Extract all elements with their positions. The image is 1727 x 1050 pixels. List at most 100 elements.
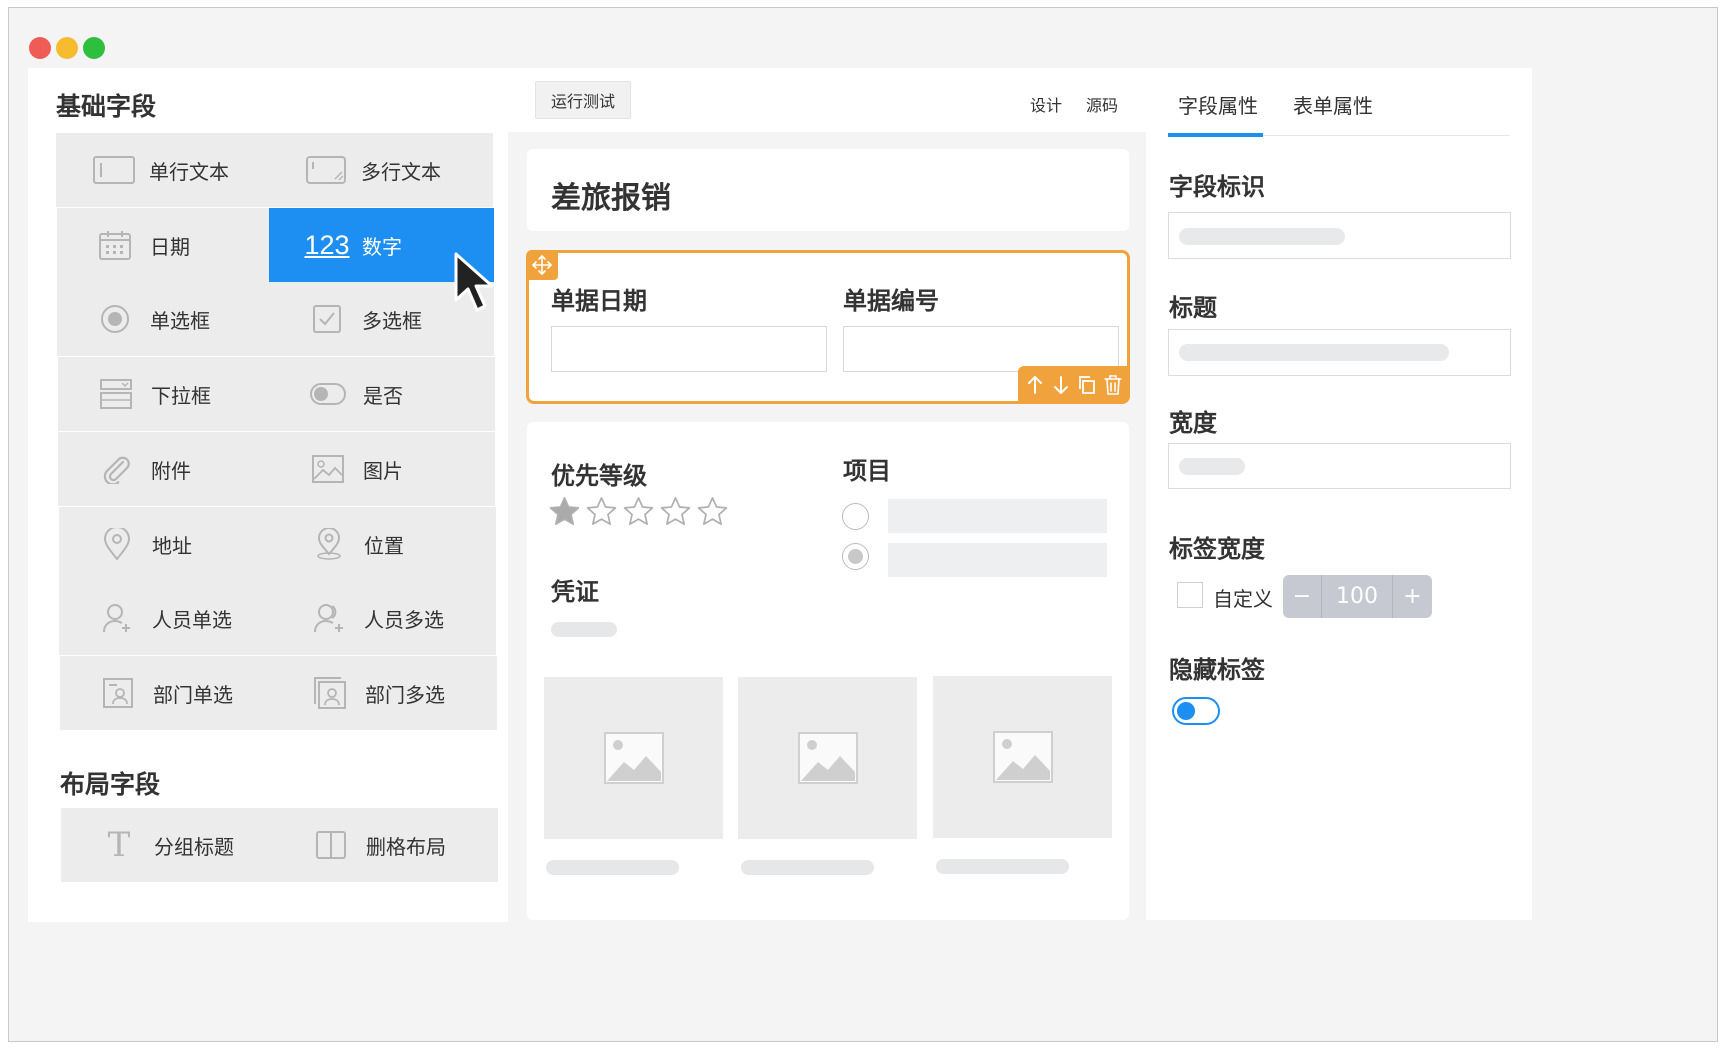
field-type-label: 单选框	[150, 308, 210, 333]
star-filled-icon[interactable]	[549, 496, 580, 527]
image-placeholder-icon	[797, 732, 858, 784]
layout-type-tile[interactable]: T 分组标题	[61, 808, 286, 882]
custom-checkbox[interactable]	[1177, 582, 1203, 608]
voucher-label: 凭证	[551, 578, 599, 606]
field-type-tile[interactable]: 下拉框	[58, 357, 283, 431]
project-option-1-placeholder	[888, 499, 1107, 533]
label-width-stepper: − 100 +	[1283, 575, 1432, 618]
single-line-text-icon	[91, 150, 137, 190]
field-type-tile[interactable]: 是否	[270, 357, 495, 431]
field-type-tile[interactable]: 图片	[270, 432, 495, 506]
field-type-label: 分组标题	[154, 834, 234, 859]
move-up-icon[interactable]	[1025, 374, 1045, 396]
mouse-cursor-icon	[454, 252, 494, 312]
paperclip-icon	[93, 449, 139, 489]
drag-handle[interactable]	[526, 250, 558, 280]
title-prop-label: 标题	[1169, 294, 1217, 322]
field-type-tile[interactable]: 人员多选	[271, 581, 496, 655]
move-down-icon[interactable]	[1051, 374, 1071, 396]
image-placeholder-icon	[992, 731, 1053, 783]
hide-label-label: 隐藏标签	[1169, 656, 1265, 684]
design-tab[interactable]: 设计	[1030, 92, 1062, 116]
move-icon	[532, 255, 552, 275]
field-type-label: 部门单选	[153, 682, 233, 707]
star-empty-icon[interactable]	[586, 496, 617, 527]
field-type-label: 部门多选	[365, 682, 445, 707]
project-label: 项目	[843, 457, 891, 485]
star-empty-icon[interactable]	[697, 496, 728, 527]
width-placeholder	[1179, 458, 1245, 475]
star-empty-icon[interactable]	[623, 496, 654, 527]
field-id-placeholder	[1179, 228, 1345, 245]
toggle-knob	[1177, 702, 1195, 720]
users-icon	[306, 598, 352, 638]
field-type-label: 是否	[363, 383, 403, 408]
field-type-tile[interactable]: 位置	[271, 507, 496, 581]
field-type-tile[interactable]: 部门单选	[60, 656, 285, 730]
stepper-value[interactable]: 100	[1322, 584, 1392, 609]
layout-type-tile[interactable]: 删格布局	[273, 808, 498, 882]
field-type-tile[interactable]: 人员单选	[59, 581, 284, 655]
tab-form-properties[interactable]: 表单属性	[1293, 90, 1373, 119]
field-type-label: 下拉框	[151, 383, 211, 408]
label-width-label: 标签宽度	[1169, 535, 1265, 563]
row-action-bar	[1018, 366, 1130, 404]
tab-field-properties[interactable]: 字段属性	[1178, 90, 1258, 119]
checkbox-icon	[304, 299, 350, 339]
width-input[interactable]	[1168, 443, 1511, 489]
custom-label: 自定义	[1213, 587, 1273, 611]
title-placeholder	[1179, 344, 1449, 361]
text-t-icon: T	[107, 825, 131, 865]
department-icon	[95, 673, 141, 713]
hide-label-toggle[interactable]	[1172, 697, 1220, 725]
field-type-label: 地址	[152, 533, 192, 558]
project-radio-1[interactable]	[842, 503, 869, 530]
image-icon	[305, 449, 351, 489]
field-type-label: 多行文本	[361, 159, 441, 184]
form-title: 差旅报销	[551, 181, 671, 216]
field-type-label: 数字	[362, 234, 402, 259]
window-minimize-button[interactable]	[56, 37, 78, 59]
image-placeholder-icon	[603, 732, 664, 784]
stepper-decrement-button[interactable]: −	[1283, 584, 1321, 609]
doc-number-label: 单据编号	[843, 287, 939, 315]
departments-icon	[307, 673, 353, 713]
field-type-tile[interactable]: 单行文本	[56, 133, 281, 207]
field-type-label: 日期	[150, 234, 190, 259]
delete-icon[interactable]	[1103, 374, 1123, 396]
voucher-image-1[interactable]	[544, 677, 723, 839]
calendar-icon	[92, 225, 138, 265]
field-type-tile[interactable]: 地址	[59, 507, 284, 581]
source-tab[interactable]: 源码	[1086, 92, 1118, 116]
copy-icon[interactable]	[1077, 374, 1097, 396]
image-caption-placeholder-2	[741, 860, 874, 875]
voucher-image-2[interactable]	[738, 677, 917, 839]
image-caption-placeholder-1	[546, 860, 679, 875]
voucher-image-3[interactable]	[933, 676, 1112, 838]
field-type-tile[interactable]: 日期	[57, 208, 282, 282]
user-icon	[94, 598, 140, 638]
star-empty-icon[interactable]	[660, 496, 691, 527]
window-zoom-button[interactable]	[83, 37, 105, 59]
stepper-increment-button[interactable]: +	[1393, 584, 1432, 609]
field-type-label: 位置	[364, 533, 404, 558]
toggle-icon	[305, 374, 351, 414]
project-option-2-placeholder	[888, 543, 1107, 577]
title-input[interactable]	[1168, 329, 1511, 376]
field-type-tile[interactable]: 部门多选	[272, 656, 497, 730]
field-id-input[interactable]	[1168, 212, 1511, 259]
field-type-tile[interactable]: 单选框	[57, 282, 282, 356]
run-test-button[interactable]: 运行测试	[535, 81, 631, 119]
field-type-tile[interactable]: 多行文本	[268, 133, 493, 207]
doc-date-input[interactable]	[551, 326, 827, 372]
radio-dot	[848, 549, 863, 564]
basic-fields-title: 基础字段	[56, 92, 157, 121]
number-icon: 123	[304, 229, 350, 260]
field-type-tile[interactable]: 附件	[58, 432, 283, 506]
project-radio-2[interactable]	[842, 543, 869, 570]
priority-rating[interactable]	[549, 496, 728, 528]
image-caption-placeholder-3	[936, 859, 1069, 874]
grid-layout-icon	[308, 825, 354, 865]
form-title-card[interactable]: 差旅报销	[527, 149, 1129, 231]
window-close-button[interactable]	[29, 37, 51, 59]
